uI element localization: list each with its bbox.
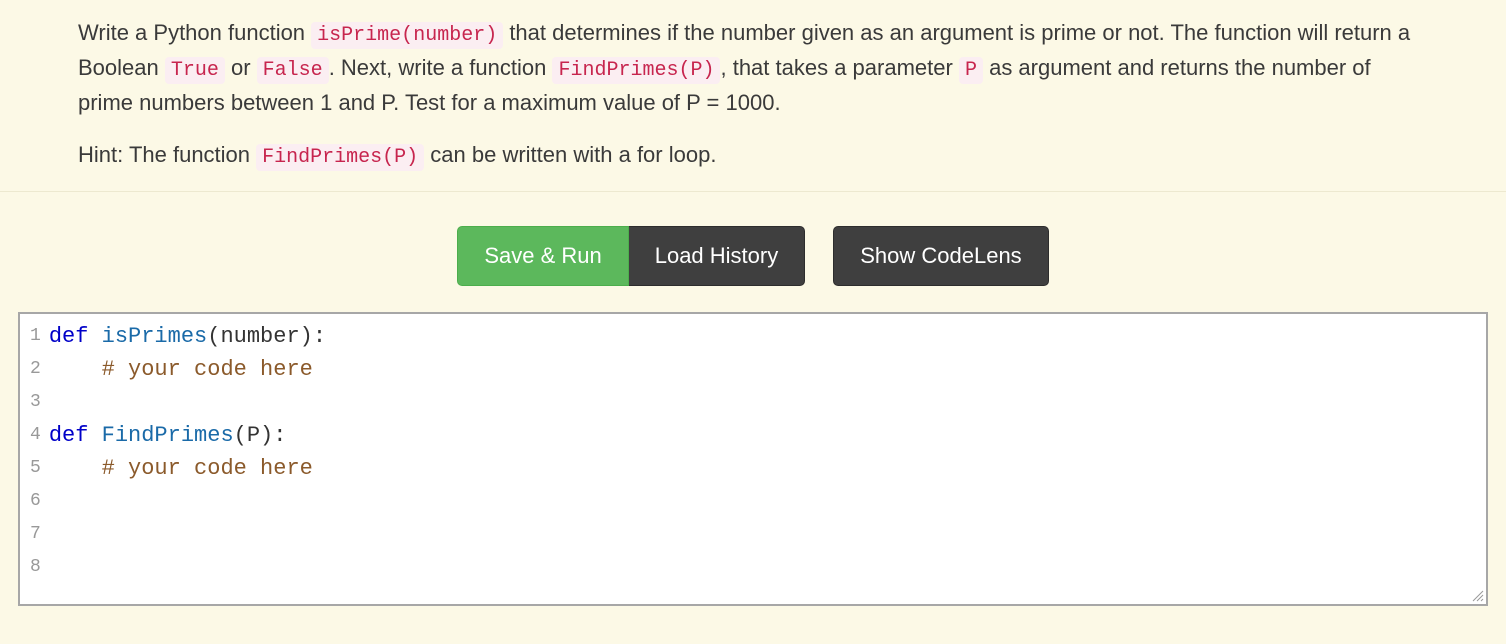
code-line[interactable]: [49, 518, 1480, 551]
code-line[interactable]: def isPrimes(number):: [49, 320, 1480, 353]
line-number: 4: [30, 419, 41, 452]
code-line[interactable]: # your code here: [49, 353, 1480, 386]
inline-code: FindPrimes(P): [256, 144, 424, 171]
line-number: 7: [30, 518, 41, 551]
inline-code: False: [257, 57, 329, 84]
code-line[interactable]: [49, 551, 1480, 584]
inline-code: True: [165, 57, 225, 84]
line-number: 1: [30, 320, 41, 353]
load-history-button[interactable]: Load History: [629, 226, 806, 286]
save-run-button[interactable]: Save & Run: [457, 226, 628, 286]
instructions-panel: Write a Python function isPrime(number) …: [0, 0, 1506, 192]
code-line[interactable]: def FindPrimes(P):: [49, 419, 1480, 452]
instructions-paragraph-1: Write a Python function isPrime(number) …: [78, 16, 1428, 120]
code-editor[interactable]: 12345678 def isPrimes(number): # your co…: [18, 312, 1488, 606]
code-line[interactable]: [49, 386, 1480, 419]
code-area[interactable]: def isPrimes(number): # your code herede…: [47, 314, 1486, 604]
code-line[interactable]: # your code here: [49, 452, 1480, 485]
code-line[interactable]: [49, 485, 1480, 518]
line-number: 3: [30, 386, 41, 419]
inline-code: FindPrimes(P): [552, 57, 720, 84]
inline-code: isPrime(number): [311, 22, 503, 49]
editor-toolbar: Save & Run Load History Show CodeLens: [0, 192, 1506, 312]
resize-handle-icon[interactable]: [1470, 588, 1484, 602]
inline-code: P: [959, 57, 983, 84]
line-number: 6: [30, 485, 41, 518]
line-number: 2: [30, 353, 41, 386]
line-number: 8: [30, 551, 41, 584]
instructions-paragraph-2: Hint: The function FindPrimes(P) can be …: [78, 138, 1428, 173]
line-number-gutter: 12345678: [20, 314, 47, 604]
show-codelens-button[interactable]: Show CodeLens: [833, 226, 1048, 286]
line-number: 5: [30, 452, 41, 485]
